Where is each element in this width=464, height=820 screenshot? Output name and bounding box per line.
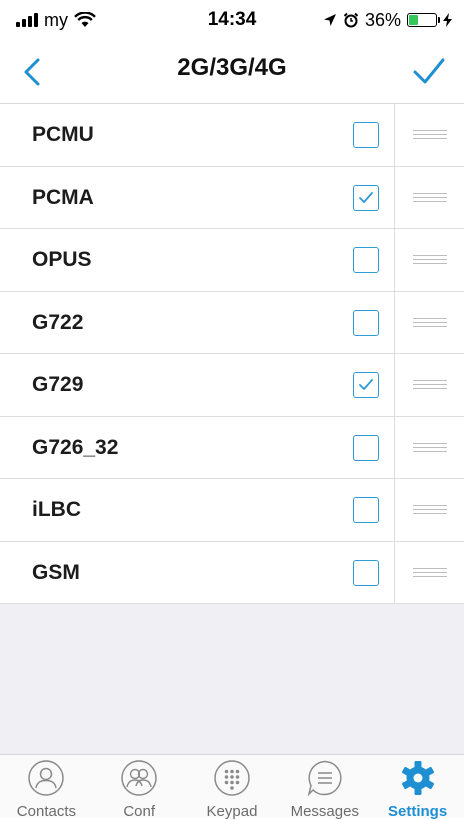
codec-row[interactable]: GSM: [0, 541, 464, 604]
drag-handle-icon[interactable]: [413, 380, 447, 390]
codec-row[interactable]: G726_32: [0, 416, 464, 479]
codec-checkbox[interactable]: [353, 559, 379, 586]
drag-handle-icon[interactable]: [413, 317, 447, 328]
nav-bar: 2G/3G/4G: [0, 40, 464, 104]
codec-checkbox[interactable]: [353, 497, 379, 523]
row-divider: [394, 166, 395, 228]
battery-percent: 36%: [364, 9, 401, 30]
tab-bar: Contacts Conf Keypad Messages Settings: [0, 754, 464, 820]
codec-checkbox[interactable]: [353, 372, 379, 398]
codec-label: PCMU: [32, 123, 94, 146]
done-button[interactable]: [412, 54, 446, 90]
tab-label: Contacts: [16, 803, 76, 820]
codec-label: GSM: [32, 560, 80, 584]
wifi-icon: [74, 12, 96, 27]
page-title: 2G/3G/4G: [177, 54, 287, 81]
codec-checkbox[interactable]: [353, 184, 379, 211]
gear-icon: [401, 761, 434, 795]
row-divider: [394, 541, 395, 603]
check-icon: [359, 191, 373, 203]
drag-handle-icon[interactable]: [413, 130, 447, 140]
codec-checkbox[interactable]: [353, 309, 379, 336]
tab-label: Settings: [387, 803, 448, 820]
status-bar: my 14:34 36%: [0, 0, 464, 40]
tab-settings[interactable]: Settings: [371, 755, 464, 820]
codec-row[interactable]: G722: [0, 291, 464, 354]
codec-row[interactable]: G729: [0, 354, 464, 417]
row-divider: [394, 229, 395, 291]
codec-checkbox[interactable]: [353, 247, 379, 273]
carrier-name: my: [44, 9, 68, 30]
codec-label: G729: [32, 373, 84, 396]
contacts-icon: [28, 760, 65, 796]
tab-keypad[interactable]: Keypad: [186, 755, 279, 820]
tab-label: Conf: [123, 803, 156, 820]
conference-icon: [121, 760, 157, 796]
codec-checkbox[interactable]: [353, 122, 379, 148]
empty-area: [0, 604, 464, 754]
signal-icon: [16, 13, 38, 27]
row-divider: [394, 354, 395, 416]
charging-icon: [443, 13, 452, 27]
status-left: my: [16, 10, 96, 31]
row-divider: [394, 104, 395, 166]
drag-handle-icon[interactable]: [413, 505, 447, 515]
codec-row[interactable]: OPUS: [0, 229, 464, 292]
status-right: 36%: [323, 10, 452, 31]
keypad-icon: [214, 760, 250, 796]
tab-label: Keypad: [206, 803, 258, 820]
codec-label: OPUS: [32, 248, 92, 271]
check-icon: [359, 379, 373, 390]
codec-row[interactable]: PCMU: [0, 104, 464, 167]
tab-messages[interactable]: Messages: [278, 755, 371, 820]
tab-contacts[interactable]: Contacts: [0, 755, 93, 820]
drag-handle-icon[interactable]: [413, 192, 447, 203]
location-arrow-icon: [323, 14, 336, 26]
codec-label: G722: [32, 310, 84, 334]
battery-icon: [407, 13, 440, 27]
codec-checkbox[interactable]: [353, 434, 379, 461]
alarm-icon: [343, 12, 359, 28]
status-time: 14:34: [207, 9, 257, 30]
codec-list: PCMU PCMA OPUS G722 G729 G726_32 iLBC GSM: [0, 104, 464, 604]
codec-row[interactable]: iLBC: [0, 479, 464, 542]
tab-label: Messages: [290, 803, 359, 820]
drag-handle-icon[interactable]: [413, 442, 447, 453]
messages-icon: [307, 760, 342, 797]
drag-handle-icon[interactable]: [413, 255, 447, 265]
row-divider: [394, 291, 395, 353]
codec-label: G726_32: [32, 435, 119, 459]
drag-handle-icon[interactable]: [413, 567, 447, 578]
row-divider: [394, 416, 395, 478]
row-divider: [394, 479, 395, 541]
codec-label: iLBC: [32, 498, 81, 521]
tab-conf[interactable]: Conf: [93, 755, 186, 820]
checkmark-icon: [413, 58, 445, 84]
codec-row[interactable]: PCMA: [0, 166, 464, 229]
codec-label: PCMA: [32, 185, 94, 209]
